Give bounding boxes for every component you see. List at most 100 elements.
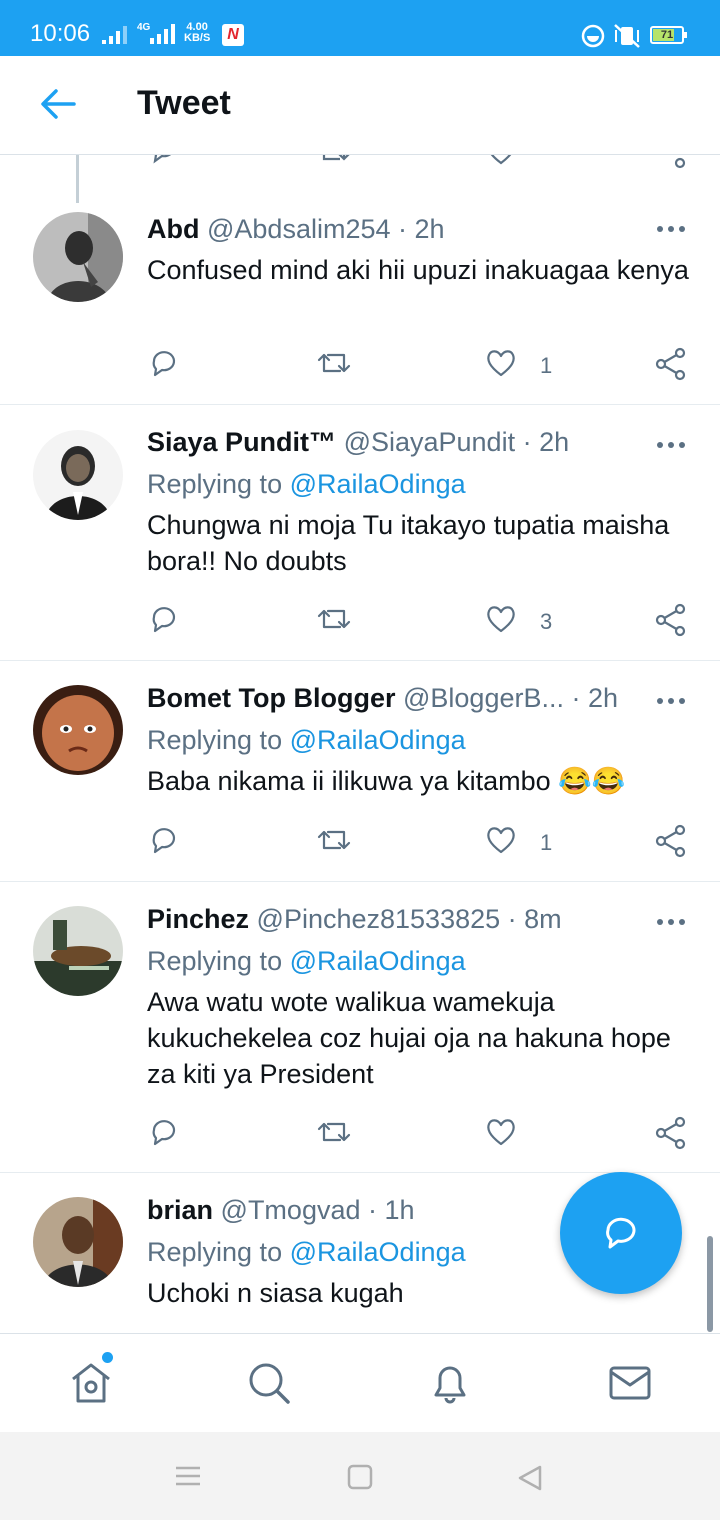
tweet-time: · 2h [571,683,619,713]
bottom-nav [0,1333,720,1433]
app-header: Tweet [0,56,720,155]
more-icon[interactable] [656,224,686,234]
tweet[interactable]: Abd @Abdsalim254 · 2h Confused mind aki … [0,204,720,405]
author-handle: @BloggerB... [403,683,564,713]
heart-icon[interactable] [485,155,517,165]
speed-unit: KB/S [184,32,211,44]
tweet-time: · 1h [368,1195,415,1225]
compose-reply-icon [606,1217,636,1249]
share-icon[interactable] [654,603,688,637]
replying-label: Replying to [147,946,283,976]
replying-label: Replying to [147,1237,283,1267]
previous-tweet-actions [0,155,720,205]
author-handle: @SiayaPundit [343,427,516,457]
replying-to: Replying to @RailaOdinga [147,469,466,500]
back-button-icon[interactable] [516,1464,544,1492]
retweet-icon[interactable] [316,824,352,856]
tweet[interactable]: Pinchez @Pinchez81533825 · 8m Replying t… [0,882,720,1173]
share-icon[interactable] [654,347,688,381]
tweet-actions: 1 [0,824,720,864]
home-button-icon[interactable] [347,1464,373,1490]
replying-to: Replying to @RailaOdinga [147,725,466,756]
author-name[interactable]: Bomet Top Blogger [147,683,395,713]
reply-icon[interactable] [148,603,180,635]
tweet-actions: 3 [0,603,720,643]
tweet-text: Chungwa ni moja Tu itakayo tupatia maish… [147,510,670,576]
replying-to: Replying to @RailaOdinga [147,1237,466,1268]
replying-to: Replying to @RailaOdinga [147,946,466,977]
retweet-icon[interactable] [316,603,352,635]
tweet[interactable]: Siaya Pundit™ @SiayaPundit · 2h Replying… [0,405,720,661]
status-time: 10:06 [30,20,91,47]
tweet-time: · 8m [507,904,562,934]
heart-icon[interactable] [485,824,517,854]
wifi-signal-icon [102,26,127,44]
reply-icon[interactable] [148,824,180,856]
author-name[interactable]: Pinchez [147,904,249,934]
author-handle: @Abdsalim254 [207,214,391,244]
retweet-icon[interactable] [316,155,352,167]
avatar[interactable] [33,430,123,520]
scrollbar[interactable] [707,1236,713,1332]
mention-link[interactable]: @RailaOdinga [290,469,466,499]
tweet[interactable]: Bomet Top Blogger @BloggerB... · 2h Repl… [0,661,720,882]
author-handle: @Pinchez81533825 [256,904,501,934]
author-name[interactable]: Siaya Pundit™ [147,427,336,457]
like-count: 1 [540,353,553,378]
more-icon[interactable] [656,440,686,450]
author-handle: @Tmogvad [220,1195,361,1225]
status-bar: 10:06 4G 4.00 KB/S N 71 [0,0,720,56]
battery-icon: 71 [650,26,687,44]
like-count: 1 [540,830,553,855]
mention-link[interactable]: @RailaOdinga [290,1237,466,1267]
mention-link[interactable]: @RailaOdinga [290,725,466,755]
like-count: 3 [540,609,553,634]
reply-icon[interactable] [148,155,180,165]
tweet-text: Baba nikama ii ilikuwa ya kitambo 😂😂 [147,766,626,796]
mention-link[interactable]: @RailaOdinga [290,946,466,976]
data-saver-icon [581,24,605,48]
menu-icon[interactable] [174,1464,202,1488]
tweet-header: Pinchez @Pinchez81533825 · 8m [147,904,562,935]
system-nav-bar [0,1432,720,1520]
reply-icon[interactable] [148,347,180,379]
tweet-actions: 1 [0,347,720,387]
author-name[interactable]: brian [147,1195,213,1225]
tweet-actions [0,1116,720,1156]
avatar[interactable] [33,685,123,775]
retweet-icon[interactable] [316,1116,352,1148]
avatar[interactable] [33,212,123,302]
author-name[interactable]: Abd [147,214,199,244]
tweet-header: Bomet Top Blogger @BloggerB... · 2h [147,683,618,714]
tweet-time: · 2h [522,427,570,457]
mail-icon[interactable] [607,1360,653,1406]
search-icon[interactable] [246,1360,292,1406]
home-icon[interactable] [68,1360,114,1406]
bell-icon[interactable] [427,1360,473,1406]
heart-icon[interactable] [485,347,517,377]
battery-level: 71 [660,29,674,41]
avatar[interactable] [33,1197,123,1287]
heart-icon[interactable] [485,1116,517,1146]
retweet-icon[interactable] [316,347,352,379]
tweet-header: Siaya Pundit™ @SiayaPundit · 2h [147,427,569,458]
heart-icon[interactable] [485,603,517,633]
arrow-left-icon[interactable] [38,86,78,122]
avatar[interactable] [33,906,123,996]
share-icon[interactable] [654,155,688,171]
replying-label: Replying to [147,469,283,499]
more-icon[interactable] [656,696,686,706]
more-icon[interactable] [656,917,686,927]
tweet-text: Confused mind aki hii upuzi inakuagaa ke… [147,255,689,285]
tweet-time: · 2h [398,214,445,244]
compose-reply-button[interactable] [560,1172,682,1294]
share-icon[interactable] [654,824,688,858]
page-title: Tweet [137,84,231,122]
tweet-header: brian @Tmogvad · 1h [147,1195,415,1226]
share-icon[interactable] [654,1116,688,1150]
news-app-badge: N [222,24,244,46]
reply-icon[interactable] [148,1116,180,1148]
vibrate-mute-icon [614,24,640,48]
thread-connector [76,155,79,203]
tweet-header: Abd @Abdsalim254 · 2h [147,214,445,245]
